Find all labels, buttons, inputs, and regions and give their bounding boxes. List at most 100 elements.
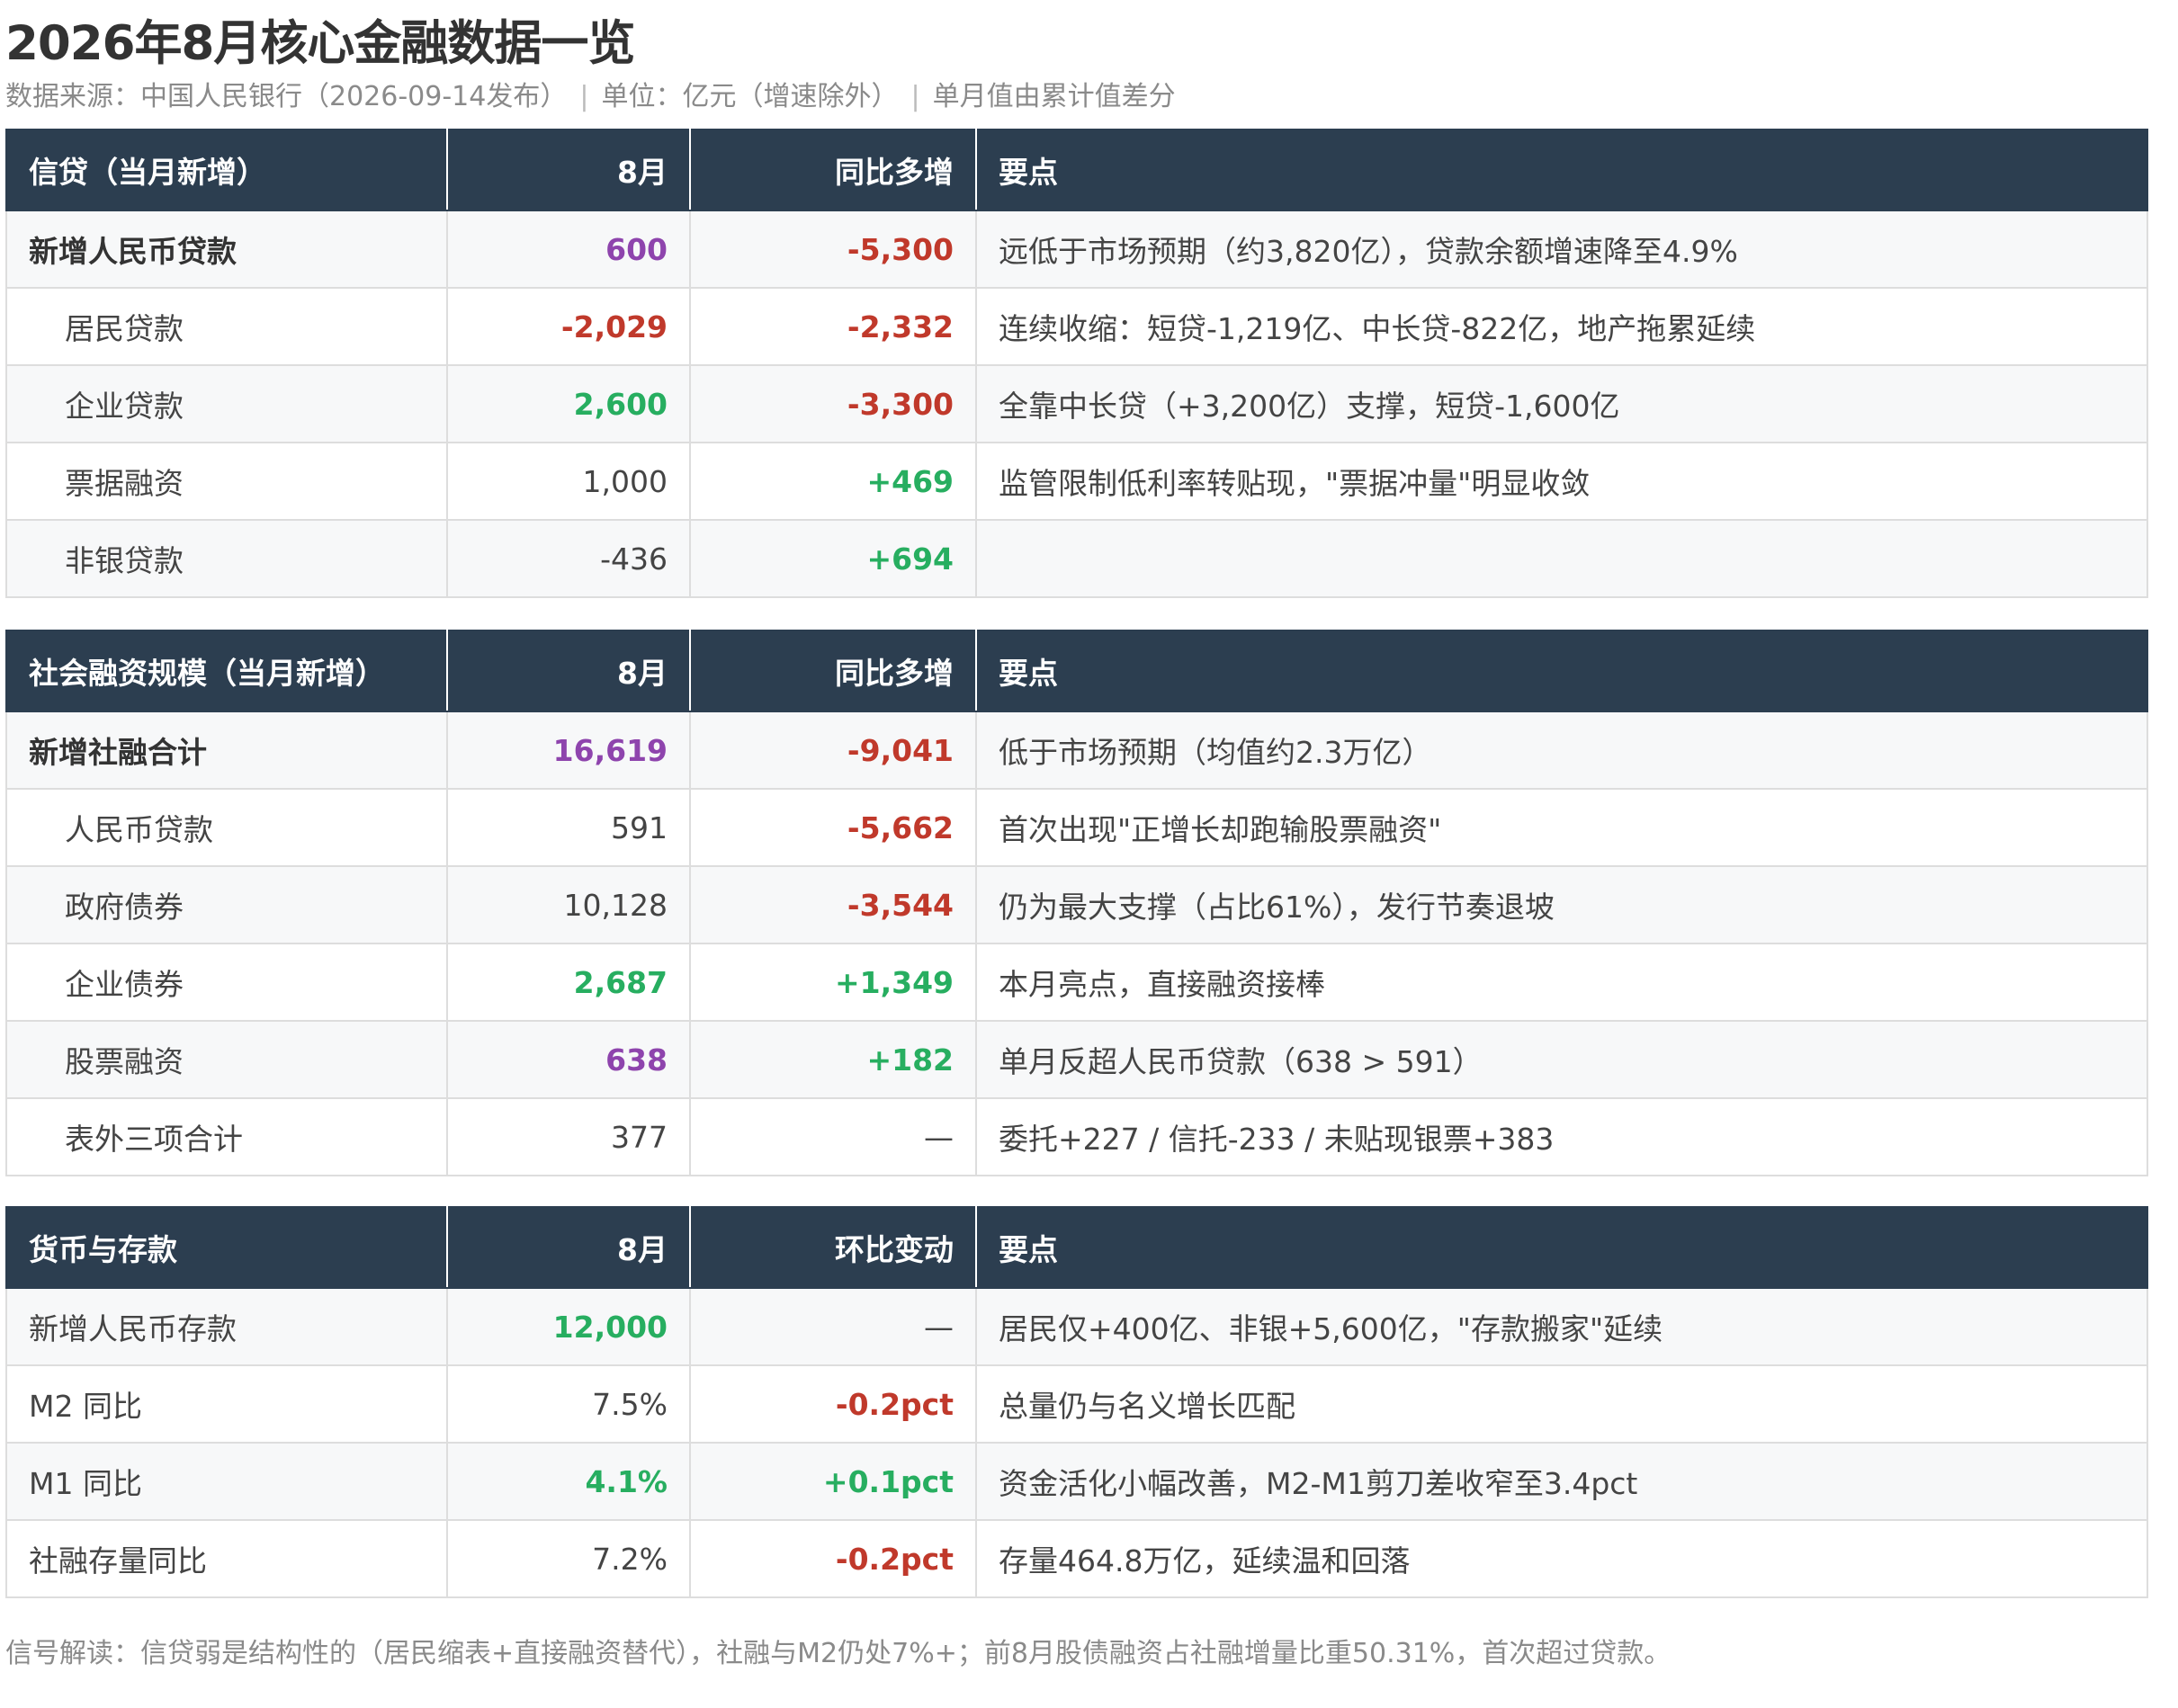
credit-table: 信贷（当月新增） 8月 同比多增 要点 新增人民币贷款 600 -5,300 远… (5, 129, 2148, 598)
column-header-notes: 要点 (975, 1206, 2148, 1289)
column-header-month: 8月 (446, 1206, 691, 1289)
row-value: 638 (446, 1020, 691, 1099)
row-value: -436 (446, 519, 691, 598)
row-label: 居民贷款 (5, 287, 448, 366)
table-row: M2 同比 7.5% -0.2pct 总量仍与名义增长匹配 (5, 1364, 2148, 1444)
table-row: 股票融资 638 +182 单月反超人民币贷款（638 > 591） (5, 1020, 2148, 1099)
row-change: -5,662 (689, 788, 977, 867)
row-note: 资金活化小幅改善，M2-M1剪刀差收窄至3.4pct (975, 1442, 2148, 1521)
row-value: 2,687 (446, 943, 691, 1022)
money-deposits-table: 货币与存款 8月 环比变动 要点 新增人民币存款 12,000 — 居民仅+40… (5, 1206, 2148, 1598)
row-note: 仍为最大支撑（占比61%），发行节奏退坡 (975, 865, 2148, 944)
subtitle: 数据来源：中国人民银行（2026-09-14发布） | 单位：亿元（增速除外） | 单月… (5, 74, 1176, 113)
row-label: 政府债券 (5, 865, 448, 944)
method-note-text: 单月值由累计值差分 (932, 81, 1176, 112)
row-note: 低于市场预期（均值约2.3万亿） (975, 711, 2148, 790)
row-note: 总量仍与名义增长匹配 (975, 1364, 2148, 1444)
row-change: +469 (689, 442, 977, 521)
table-row: 新增人民币贷款 600 -5,300 远低于市场预期（约3,820亿），贷款余额… (5, 210, 2148, 289)
column-header-month: 8月 (446, 630, 691, 712)
footnote: 信号解读：信贷弱是结构性的（居民缩表+直接融资替代），社融与M2仍处7%+；前8… (5, 1638, 1672, 1669)
table-row: 新增社融合计 16,619 -9,041 低于市场预期（均值约2.3万亿） (5, 711, 2148, 790)
row-label: 表外三项合计 (5, 1097, 448, 1176)
column-header-change: 同比多增 (689, 630, 977, 712)
row-value: 377 (446, 1097, 691, 1176)
row-change: -3,300 (689, 364, 977, 443)
table-row: M1 同比 4.1% +0.1pct 资金活化小幅改善，M2-M1剪刀差收窄至3… (5, 1442, 2148, 1521)
column-header-category: 信贷（当月新增） (5, 129, 448, 211)
table-row: 政府债券 10,128 -3,544 仍为最大支撑（占比61%），发行节奏退坡 (5, 865, 2148, 944)
row-value: 16,619 (446, 711, 691, 790)
social-financing-table: 社会融资规模（当月新增） 8月 同比多增 要点 新增社融合计 16,619 -9… (5, 630, 2148, 1176)
row-label: M2 同比 (5, 1364, 448, 1444)
row-label: 票据融资 (5, 442, 448, 521)
row-label: 新增社融合计 (5, 711, 448, 790)
row-label: 非银贷款 (5, 519, 448, 598)
column-header-notes: 要点 (975, 129, 2148, 211)
row-note: 单月反超人民币贷款（638 > 591） (975, 1020, 2148, 1099)
table-row: 社融存量同比 7.2% -0.2pct 存量464.8万亿，延续温和回落 (5, 1519, 2148, 1598)
row-change: -2,332 (689, 287, 977, 366)
table-row: 新增人民币存款 12,000 — 居民仅+400亿、非银+5,600亿，"存款搬… (5, 1287, 2148, 1366)
separator: | (579, 81, 589, 112)
column-header-category: 货币与存款 (5, 1206, 448, 1289)
row-change: +1,349 (689, 943, 977, 1022)
row-note (975, 519, 2148, 598)
row-change: -0.2pct (689, 1364, 977, 1444)
column-header-change: 环比变动 (689, 1206, 977, 1289)
column-header-month: 8月 (446, 129, 691, 211)
table-row: 居民贷款 -2,029 -2,332 连续收缩：短贷-1,219亿、中长贷-82… (5, 287, 2148, 366)
table-row: 表外三项合计 377 — 委托+227 / 信托-233 / 未贴现银票+383 (5, 1097, 2148, 1176)
row-label: 企业贷款 (5, 364, 448, 443)
separator: | (910, 81, 920, 112)
row-value: 4.1% (446, 1442, 691, 1521)
row-label: 股票融资 (5, 1020, 448, 1099)
row-label: 社融存量同比 (5, 1519, 448, 1598)
unit-text: 单位：亿元（增速除外） (601, 81, 899, 112)
row-change: -9,041 (689, 711, 977, 790)
row-change: — (689, 1287, 977, 1366)
row-label: 企业债券 (5, 943, 448, 1022)
row-change: -3,544 (689, 865, 977, 944)
row-note: 委托+227 / 信托-233 / 未贴现银票+383 (975, 1097, 2148, 1176)
row-value: 2,600 (446, 364, 691, 443)
column-header-category: 社会融资规模（当月新增） (5, 630, 448, 712)
row-value: 1,000 (446, 442, 691, 521)
table-header-row: 社会融资规模（当月新增） 8月 同比多增 要点 (5, 630, 2148, 712)
page: 2026年8月核心金融数据一览 数据来源：中国人民银行（2026-09-14发布… (0, 0, 2178, 1708)
row-label: 新增人民币贷款 (5, 210, 448, 289)
row-change: -0.2pct (689, 1519, 977, 1598)
row-value: 7.2% (446, 1519, 691, 1598)
row-change: — (689, 1097, 977, 1176)
table-header-row: 信贷（当月新增） 8月 同比多增 要点 (5, 129, 2148, 211)
row-note: 存量464.8万亿，延续温和回落 (975, 1519, 2148, 1598)
row-note: 居民仅+400亿、非银+5,600亿，"存款搬家"延续 (975, 1287, 2148, 1366)
row-change: +694 (689, 519, 977, 598)
row-value: 12,000 (446, 1287, 691, 1366)
row-label: 人民币贷款 (5, 788, 448, 867)
page-title: 2026年8月核心金融数据一览 (5, 16, 635, 71)
table-row: 非银贷款 -436 +694 (5, 519, 2148, 598)
table-header-row: 货币与存款 8月 环比变动 要点 (5, 1206, 2148, 1289)
row-change: -5,300 (689, 210, 977, 289)
row-note: 本月亮点，直接融资接棒 (975, 943, 2148, 1022)
row-value: 10,128 (446, 865, 691, 944)
table-row: 票据融资 1,000 +469 监管限制低利率转贴现，"票据冲量"明显收敛 (5, 442, 2148, 521)
row-value: 600 (446, 210, 691, 289)
row-note: 监管限制低利率转贴现，"票据冲量"明显收敛 (975, 442, 2148, 521)
row-note: 首次出现"正增长却跑输股票融资" (975, 788, 2148, 867)
row-change: +0.1pct (689, 1442, 977, 1521)
row-value: 591 (446, 788, 691, 867)
data-source-text: 数据来源：中国人民银行（2026-09-14发布） (5, 81, 568, 112)
table-row: 企业贷款 2,600 -3,300 全靠中长贷（+3,200亿）支撑，短贷-1,… (5, 364, 2148, 443)
column-header-notes: 要点 (975, 630, 2148, 712)
column-header-change: 同比多增 (689, 129, 977, 211)
table-row: 人民币贷款 591 -5,662 首次出现"正增长却跑输股票融资" (5, 788, 2148, 867)
row-note: 远低于市场预期（约3,820亿），贷款余额增速降至4.9% (975, 210, 2148, 289)
row-label: M1 同比 (5, 1442, 448, 1521)
row-value: -2,029 (446, 287, 691, 366)
row-note: 连续收缩：短贷-1,219亿、中长贷-822亿，地产拖累延续 (975, 287, 2148, 366)
row-value: 7.5% (446, 1364, 691, 1444)
row-label: 新增人民币存款 (5, 1287, 448, 1366)
row-change: +182 (689, 1020, 977, 1099)
